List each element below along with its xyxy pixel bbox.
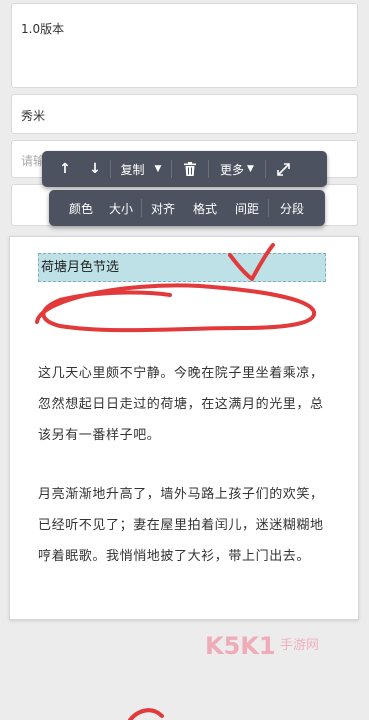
main-floating-toolbar: ↑ ↓ 复制 ▼ 更多 ▼: [42, 151, 327, 187]
spacing-label: 间距: [234, 201, 259, 216]
watermark-sub: 手游网: [280, 638, 319, 653]
trash-icon[interactable]: [172, 151, 208, 187]
paragraph-button[interactable]: 分段: [269, 190, 315, 226]
align-label: 对齐: [150, 201, 175, 216]
align-button[interactable]: 对齐: [142, 190, 184, 226]
article-title: 荷塘月色节选: [41, 260, 120, 275]
arrow-down-icon[interactable]: ↓: [80, 151, 110, 187]
expand-icon[interactable]: [266, 151, 300, 187]
format-toolbar: 颜色 大小 对齐 格式 间距 分段: [49, 190, 325, 226]
color-label: 颜色: [68, 201, 93, 216]
toolbar-padding: [49, 190, 61, 226]
k5k1-watermark-logo: K5K1 手游网: [205, 627, 345, 671]
color-button[interactable]: 颜色: [61, 190, 101, 226]
spacing-button[interactable]: 间距: [226, 190, 268, 226]
version-field[interactable]: 1.0版本: [11, 3, 358, 88]
paragraph-1[interactable]: 这几天心里颇不宁静。今晚在院子里坐着乘凉，忽然想起日日走过的荷塘，在这满月的光里…: [38, 358, 334, 451]
bottom-scribble-annotation: [128, 708, 164, 720]
article-editor[interactable]: 荷塘月色节选 这几天心里颇不宁静。今晚在院子里坐着乘凉，忽然想起日日走过的荷塘，…: [9, 236, 359, 620]
version-field-value: 1.0版本: [21, 22, 65, 36]
paragraph-2[interactable]: 月亮渐渐地升高了，墙外马路上孩子们的欢笑，已经听不见了；妻在屋里拍着闰儿，迷迷糊…: [38, 479, 334, 572]
arrow-up-icon[interactable]: ↑: [50, 151, 80, 187]
chevron-down-icon: ▼: [247, 164, 254, 174]
size-button[interactable]: 大小: [101, 190, 141, 226]
more-button[interactable]: 更多 ▼: [209, 151, 265, 187]
copy-button-label: 复制: [120, 162, 145, 177]
author-field-value: 秀米: [21, 109, 46, 123]
format-label: 格式: [192, 201, 217, 216]
size-label: 大小: [108, 201, 133, 216]
watermark-brand: K5K1: [205, 632, 276, 660]
author-field[interactable]: 秀米: [11, 94, 358, 134]
format-button[interactable]: 格式: [184, 190, 226, 226]
more-button-label: 更多: [220, 162, 245, 177]
chevron-down-icon: ▼: [154, 164, 162, 174]
selected-title-block[interactable]: 荷塘月色节选: [38, 253, 326, 282]
copy-button[interactable]: 复制 ▼: [111, 151, 171, 187]
paragraph-label: 分段: [279, 201, 304, 216]
